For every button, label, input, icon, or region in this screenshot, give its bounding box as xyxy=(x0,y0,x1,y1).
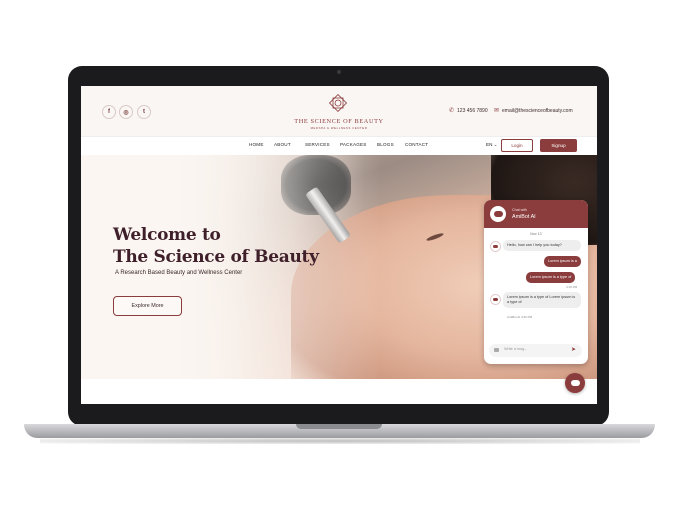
hero-title: Welcome to The Science of Beauty xyxy=(113,224,319,268)
bot-icon xyxy=(570,380,580,386)
laptop-shadow xyxy=(40,438,640,444)
chat-message-user: Lorem ipsum is a type of xyxy=(526,272,576,283)
twitter-icon[interactable]: t xyxy=(137,105,151,119)
bot-avatar-icon xyxy=(490,294,501,305)
chat-date: Nov 13 xyxy=(530,232,542,236)
message-time: 4:10 PM xyxy=(566,285,578,289)
hero-title-line2: The Science of Beauty xyxy=(113,247,319,267)
hero-subtitle: A Research Based Beauty and Wellness Cen… xyxy=(115,270,243,276)
website-screen: f ◎ t THE SCIENCE OF BEAUTY MEDSPA & WEL… xyxy=(81,86,597,404)
chat-message-user: Lorem ipsum is a xyxy=(544,256,581,267)
mail-icon: ✉ xyxy=(494,108,500,114)
nav-home[interactable]: HOME xyxy=(249,142,264,147)
chat-message-bot: Hello, how can I help you today? xyxy=(503,240,581,251)
explore-more-button[interactable]: Explore More xyxy=(113,296,182,316)
camera-icon[interactable] xyxy=(494,348,499,352)
nav-packages[interactable]: PACKAGES xyxy=(340,142,367,147)
chat-input-placeholder: Write a msg... xyxy=(504,347,528,351)
bot-avatar-icon xyxy=(490,206,506,222)
chat-subtitle: Chat with xyxy=(512,208,527,212)
bot-avatar-icon xyxy=(490,241,501,252)
bot-footer: AmiBot AI 4:30 PM xyxy=(507,315,533,319)
instagram-icon[interactable]: ◎ xyxy=(119,105,133,119)
chevron-down-icon: ⌄ xyxy=(493,142,498,147)
chat-launcher-button[interactable] xyxy=(565,373,585,393)
chat-message-input[interactable] xyxy=(489,344,582,357)
login-button[interactable]: Login xyxy=(501,139,533,152)
phone-number: 123 456 7890 xyxy=(457,107,488,114)
logo-subtitle: MEDSPA & WELLNESS CENTER xyxy=(310,126,368,130)
logo-mark-icon[interactable] xyxy=(327,92,349,114)
nav-services[interactable]: SERVICES xyxy=(305,142,330,147)
chat-widget: Chat with AmiBot AI Nov 13 Hello, how ca… xyxy=(484,200,588,364)
nav-blogs[interactable]: BLOGS xyxy=(377,142,394,147)
bot-name: AmiBot AI xyxy=(512,214,536,220)
hero-title-line1: Welcome to xyxy=(113,225,221,245)
logo-title[interactable]: THE SCIENCE OF BEAUTY xyxy=(271,118,407,125)
email-contact[interactable]: ✉ email@thescienceofbeauty.com xyxy=(494,107,573,115)
send-icon[interactable]: ➤ xyxy=(571,346,576,353)
language-selector[interactable]: EN ⌄ xyxy=(486,142,498,148)
nav-contact[interactable]: CONTACT xyxy=(405,142,428,147)
webcam xyxy=(337,70,341,74)
laptop-notch xyxy=(296,424,382,429)
phone-icon: ✆ xyxy=(449,108,455,114)
phone-contact[interactable]: ✆ 123 456 7890 xyxy=(449,107,488,115)
facebook-icon[interactable]: f xyxy=(102,105,116,119)
signup-button[interactable]: Signup xyxy=(540,139,577,152)
nav-about[interactable]: ABOUT xyxy=(274,142,291,147)
chat-message-bot: Lorem ipsum is a type of Lorem ipsum is … xyxy=(503,292,581,308)
language-label: EN xyxy=(486,142,493,147)
email-address: email@thescienceofbeauty.com xyxy=(502,107,573,114)
